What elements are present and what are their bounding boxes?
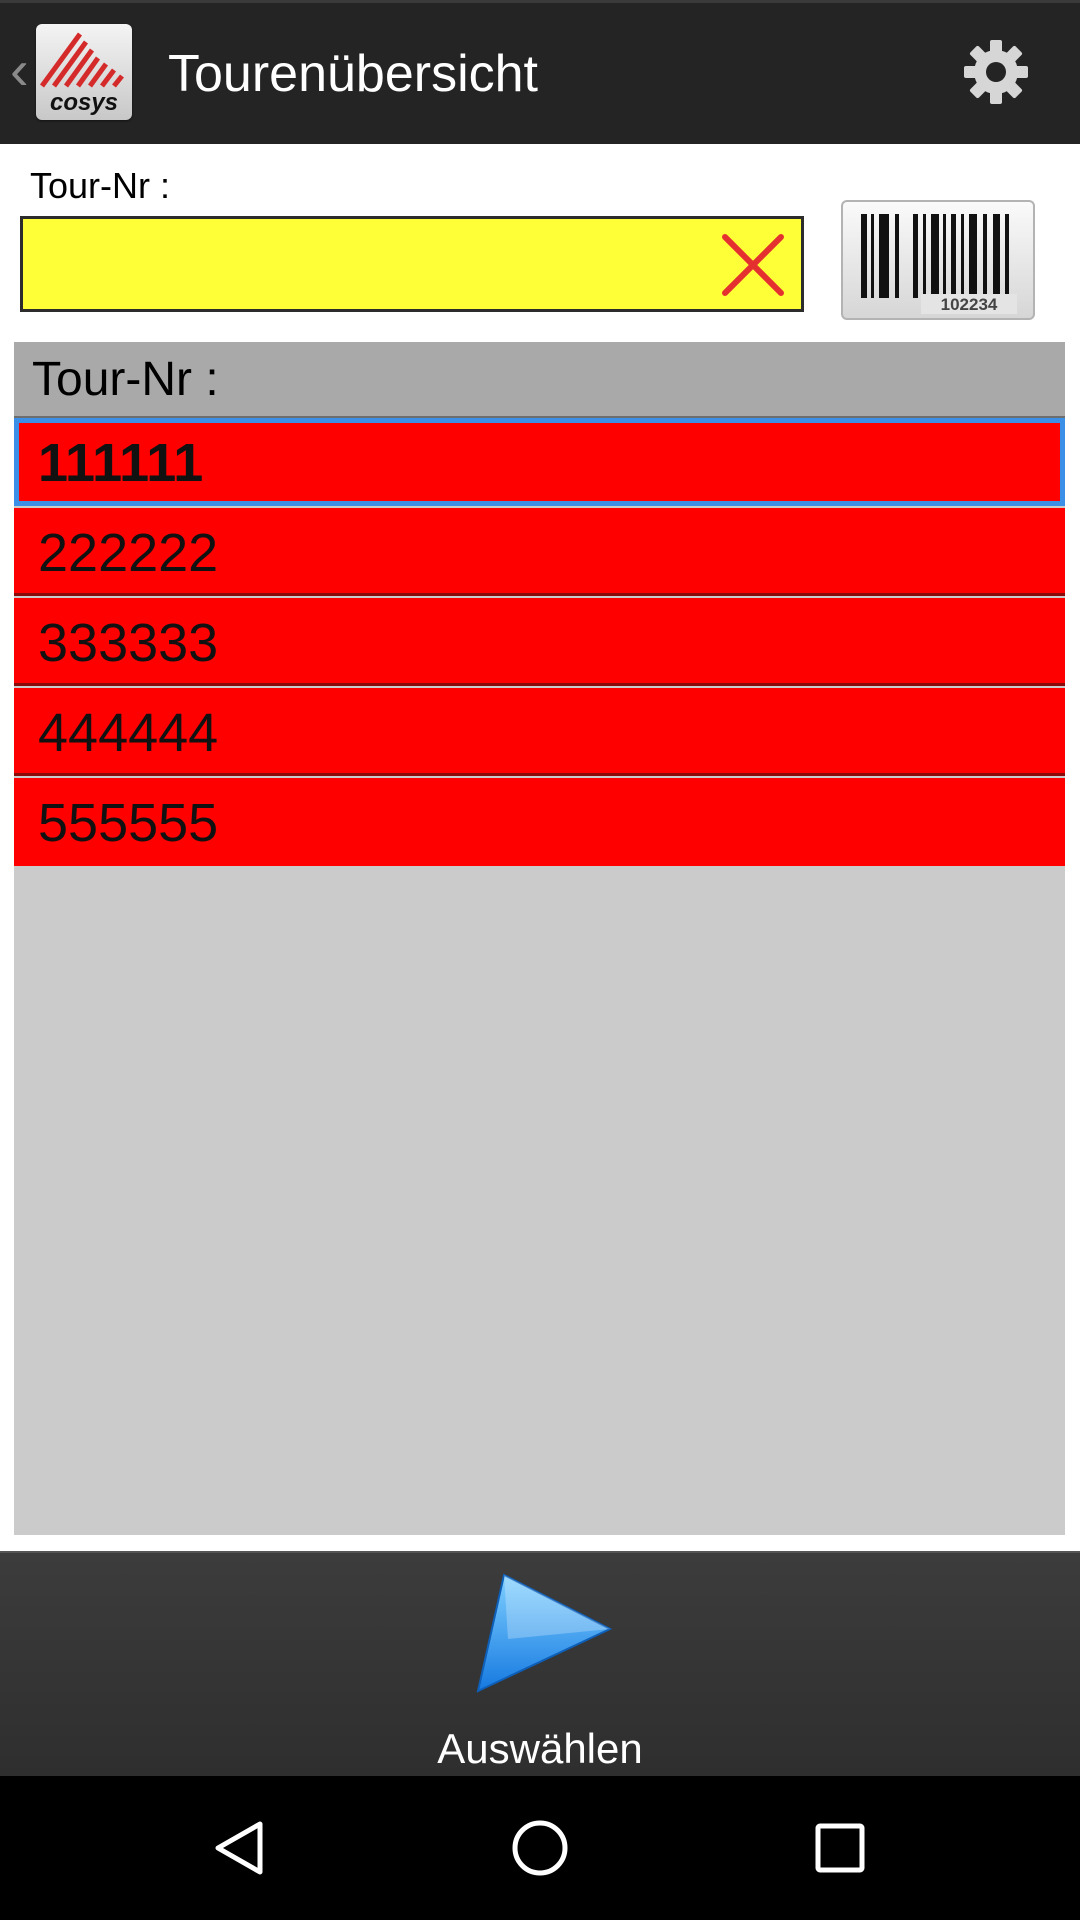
- circle-home-icon: [512, 1820, 568, 1876]
- close-icon: [722, 234, 784, 296]
- list-item[interactable]: 222222: [14, 508, 1065, 596]
- barcode-icon: 102234: [861, 214, 1017, 314]
- list-item[interactable]: 111111: [14, 418, 1065, 506]
- back-chevron-icon[interactable]: ‹: [10, 40, 36, 100]
- list-item[interactable]: 555555: [14, 778, 1065, 866]
- barcode-scan-button[interactable]: 102234: [841, 200, 1035, 320]
- tour-nr-field[interactable]: [20, 216, 804, 312]
- nav-recents-button[interactable]: [808, 1816, 872, 1880]
- list-header-label: Tour-Nr :: [32, 353, 219, 406]
- action-bar: ‹ cosys Tourenübersicht: [0, 0, 1080, 144]
- page-title: Tourenübersicht: [168, 45, 538, 103]
- tour-nr-label: Tour-Nr :: [30, 165, 171, 206]
- bottom-action-bar: Auswählen: [0, 1551, 1080, 1778]
- app-logo[interactable]: cosys: [36, 24, 132, 120]
- tour-list[interactable]: 111111 222222 333333 444444 555555: [14, 418, 1065, 1535]
- gear-icon: [964, 40, 1028, 104]
- triangle-back-icon: [215, 1821, 263, 1875]
- select-label: Auswählen: [437, 1725, 643, 1772]
- tour-number: 444444: [38, 703, 219, 763]
- settings-button[interactable]: [960, 36, 1032, 108]
- list-item[interactable]: 333333: [14, 598, 1065, 686]
- play-icon: [476, 1573, 613, 1693]
- tour-number: 111111: [38, 433, 204, 493]
- list-item[interactable]: 444444: [14, 688, 1065, 776]
- system-nav-bar: [0, 1776, 1080, 1920]
- clear-button[interactable]: [717, 229, 789, 301]
- tour-number: 555555: [38, 793, 219, 853]
- barcode-number: 102234: [941, 295, 998, 314]
- square-recents-icon: [815, 1823, 865, 1873]
- cosys-logo-icon: cosys: [39, 32, 124, 116]
- select-button[interactable]: [468, 1569, 616, 1699]
- tour-number: 222222: [38, 523, 219, 583]
- list-header: Tour-Nr :: [14, 342, 1065, 418]
- nav-back-button[interactable]: [208, 1816, 272, 1880]
- status-divider: [0, 0, 1080, 3]
- tour-nr-input[interactable]: [33, 227, 697, 303]
- tour-number: 333333: [38, 613, 219, 673]
- logo-text: cosys: [50, 89, 118, 116]
- nav-home-button[interactable]: [508, 1816, 572, 1880]
